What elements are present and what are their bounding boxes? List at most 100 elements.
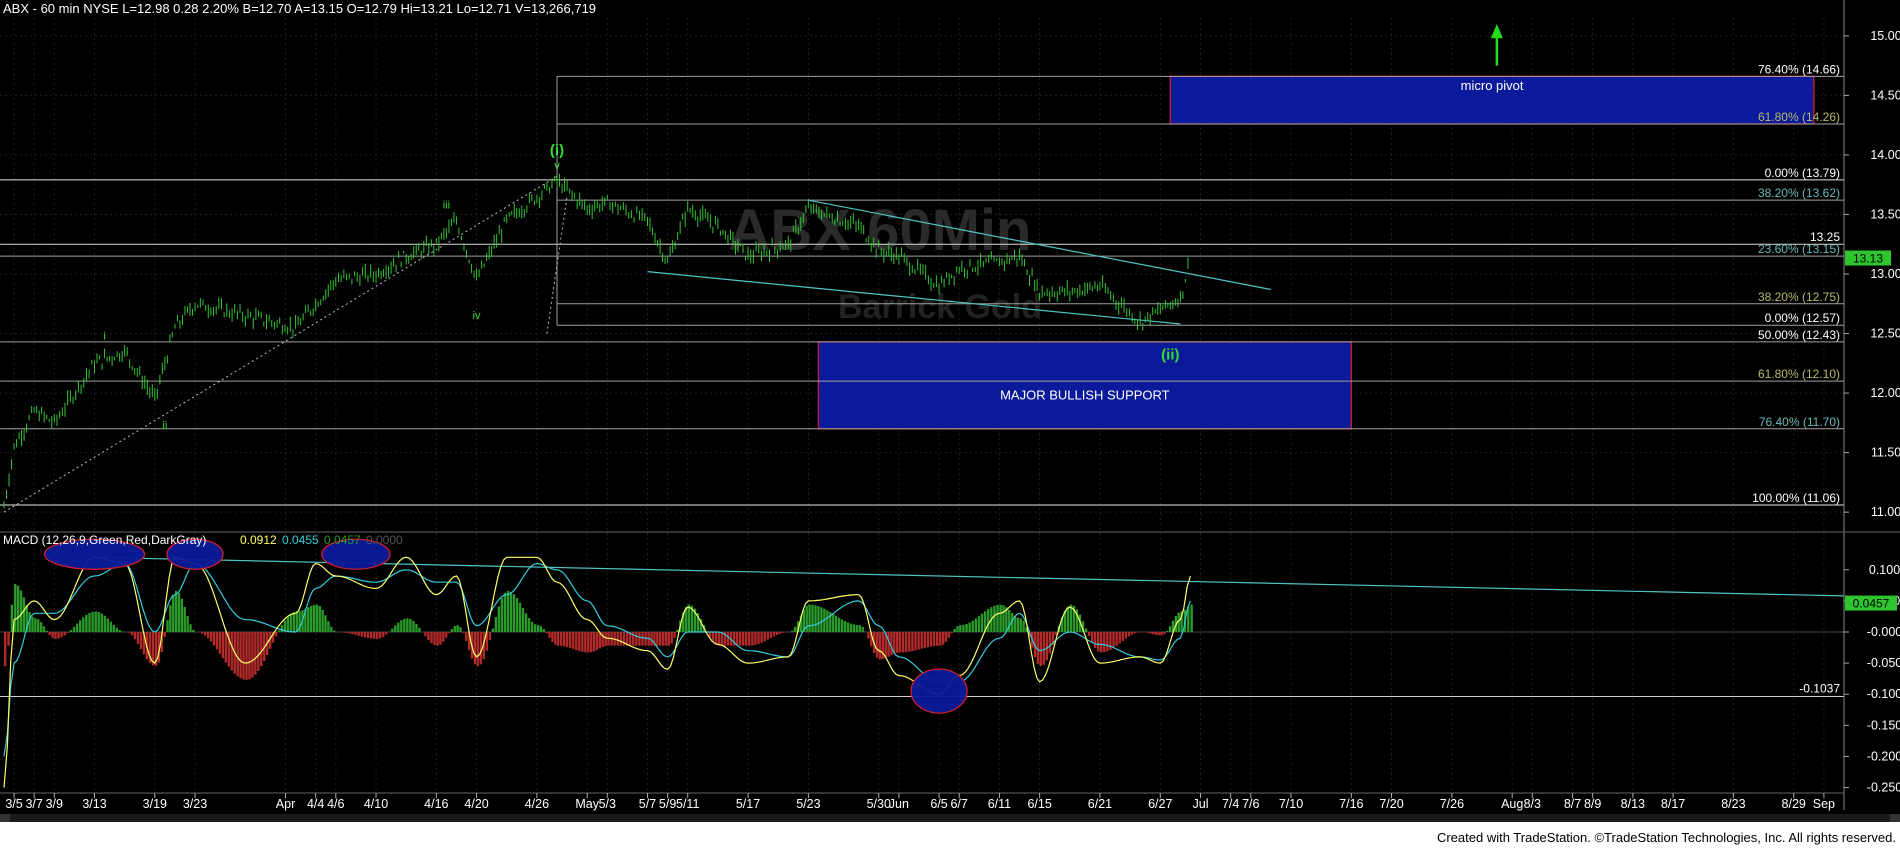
macd-histogram-bar [85,614,88,632]
macd-histogram-bar [760,632,763,643]
macd-histogram-bar [1163,632,1166,635]
macd-histogram-bar [656,632,659,646]
macd-histogram-bar [1048,632,1052,654]
macd-histogram-bar [1093,632,1097,648]
macd-histogram-bar [1151,632,1155,635]
macd-readout-signal: 0.0455 [282,533,319,547]
time-tick-label: Jun [889,797,909,811]
macd-tick-label: -0.0000 [1867,625,1900,639]
macd-histogram-bar [673,632,676,638]
macd-histogram-bar [1090,632,1094,643]
macd-histogram-bar [324,615,327,632]
macd-histogram-bar [687,604,691,632]
time-tick-label: 6/5 [930,797,947,811]
macd-histogram-bar [209,632,213,642]
macd-histogram-bar [139,632,143,650]
fib-label: 100.00% (11.06) [1752,491,1840,505]
macd-histogram-bar [206,632,210,639]
time-tick-label: 3/7 [25,797,42,811]
macd-histogram-bar [512,594,516,632]
macd-histogram-bar [908,632,911,652]
time-tick-label: 5/7 [639,797,656,811]
macd-histogram-bar [251,632,254,678]
macd-histogram-bar [63,632,66,636]
time-tick-label: Apr [276,797,295,811]
macd-histogram-bar [1087,632,1091,636]
macd-histogram-bar [169,605,172,632]
macd-histogram-bar [192,629,195,632]
macd-histogram-bar [369,632,373,639]
macd-histogram-bar [817,606,820,632]
macd-histogram-bar [935,632,939,646]
macd-histogram-bar [794,626,797,632]
macd-histogram-bar [450,629,454,632]
macd-histogram-bar [31,616,34,632]
time-tick-label: 4/26 [525,797,549,811]
time-tick-label: 6/27 [1148,797,1172,811]
macd-histogram-bar [385,632,388,635]
macd-histogram-bar [947,632,951,638]
macd-histogram-bar [37,619,40,632]
macd-histogram-bar [852,624,856,632]
macd-histogram-bar [39,622,43,632]
macd-histogram-bar [66,632,70,633]
macd-histogram-bar [595,632,599,650]
macd-histogram-bar [312,604,316,632]
macd-histogram-bar [427,632,430,641]
macd-histogram-bar [1145,632,1149,633]
macd-histogram-bar [551,632,554,642]
macd-histogram-bar [1036,632,1040,664]
macd-histogram-bar [127,632,131,633]
macd-histogram-bar [944,632,948,642]
macd-histogram-bar [1130,632,1134,635]
scroll-right-arrow-icon[interactable] [1890,814,1900,822]
macd-histogram-bar [295,611,298,632]
symbol-header: ABX - 60 min NYSE L=12.98 0.28 2.20% B=1… [3,1,596,16]
time-tick-label: 6/7 [950,797,967,811]
macd-histogram-bar [820,607,823,632]
macd-histogram-bar [1166,630,1169,632]
macd-histogram-bar [962,624,965,632]
time-tick-label: 3/5 [5,797,22,811]
macd-histogram-bar [814,605,817,632]
macd-histogram-bar [575,632,578,651]
horizontal-scrollbar[interactable] [0,814,1900,822]
macd-histogram-bar [805,605,808,632]
macd-histogram-bar [88,613,91,632]
macd-histogram-bar [826,610,829,632]
macd-histogram-bar [363,632,367,638]
macd-histogram-bar [604,632,607,647]
macd-histogram-bar [987,609,990,632]
macd-histogram-bar [905,632,908,653]
macd-histogram-bar [914,632,917,651]
macd-histogram-bar [10,604,14,632]
macd-histogram-bar [112,624,115,632]
macd-histogram-bar [366,632,370,638]
time-tick-label: 3/9 [46,797,63,811]
macd-histogram-bar [354,632,357,636]
price-tick-label: 11.50 [1871,446,1900,460]
macd-histogram-bar [832,613,835,632]
time-tick-label: 8/23 [1721,797,1745,811]
macd-histogram-bar [91,611,94,632]
macd-histogram-bar [289,613,293,632]
price-tick-label: 13.00 [1870,267,1900,281]
scroll-left-arrow-icon[interactable] [0,814,10,822]
macd-histogram-bar [895,632,899,653]
macd-histogram-bar [638,632,641,646]
macd-histogram-bar [587,632,590,653]
macd-histogram-bar [563,632,566,647]
macd-histogram-bar [103,615,106,632]
macd-histogram-bar [717,632,721,646]
price-tick-label: 11.00 [1871,505,1900,519]
macd-histogram-bar [917,632,920,650]
macd-histogram-bar [590,632,593,653]
macd-support-label: -0.1037 [1799,682,1840,696]
fib-label: 76.40% (11.70) [1759,415,1840,429]
macd-histogram-bar [536,625,540,632]
macd-histogram-bar [476,632,479,667]
macd-histogram-bar [186,616,189,632]
wave-label: i [103,330,105,342]
macd-histogram-bar [133,632,137,640]
macd-histogram-bar [332,630,336,632]
